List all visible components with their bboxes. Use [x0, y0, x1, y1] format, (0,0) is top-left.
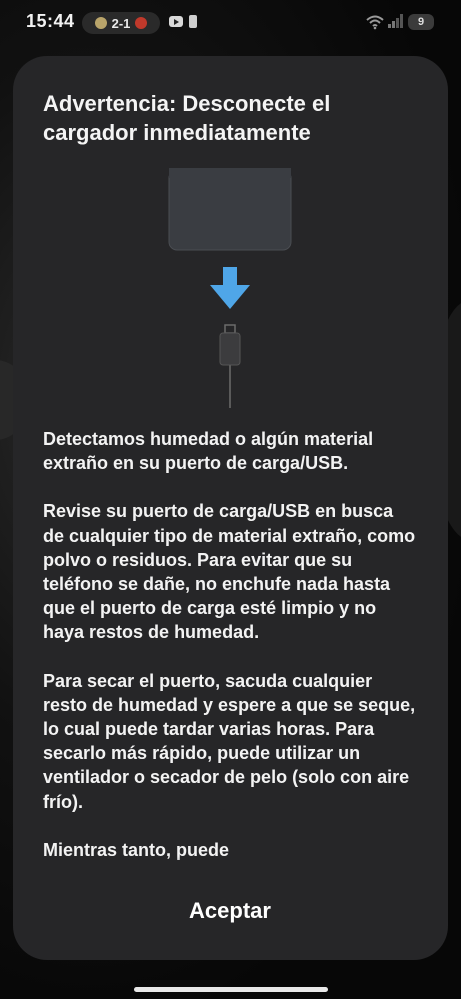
- youtube-icon: [169, 16, 183, 27]
- status-bar: 15:44 2-1 9: [0, 0, 461, 46]
- team-badge-icon: [135, 17, 148, 29]
- live-score-pill[interactable]: 2-1: [82, 12, 160, 34]
- notification-icon: [189, 15, 197, 28]
- accept-button[interactable]: Aceptar: [130, 892, 330, 930]
- battery-level: 9: [417, 16, 425, 28]
- wifi-icon: [366, 15, 384, 30]
- moisture-warning-dialog: Advertencia: Desconecte el cargador inme…: [13, 56, 448, 960]
- usb-unplug-illustration: [168, 168, 292, 408]
- team-badge-icon: [94, 17, 107, 29]
- battery-icon: 9: [408, 14, 434, 30]
- score-text: 2-1: [111, 15, 131, 31]
- signal-icon: [388, 14, 403, 28]
- home-indicator[interactable]: [134, 987, 328, 992]
- scroll-fade: [13, 856, 448, 892]
- dialog-message: Detectamos humedad o algún material extr…: [43, 427, 418, 887]
- status-time: 15:44: [26, 11, 75, 31]
- dialog-title: Advertencia: Desconecte el cargador inme…: [43, 91, 331, 145]
- message-paragraph: Para secar el puerto, sacuda cualquier r…: [43, 670, 416, 812]
- message-paragraph: Revise su puerto de carga/USB en busca d…: [43, 501, 416, 643]
- screen: 15:44 2-1 9 Advertencia: Desconecte el c…: [0, 0, 461, 999]
- message-paragraph: Detectamos humedad o algún material extr…: [43, 429, 374, 474]
